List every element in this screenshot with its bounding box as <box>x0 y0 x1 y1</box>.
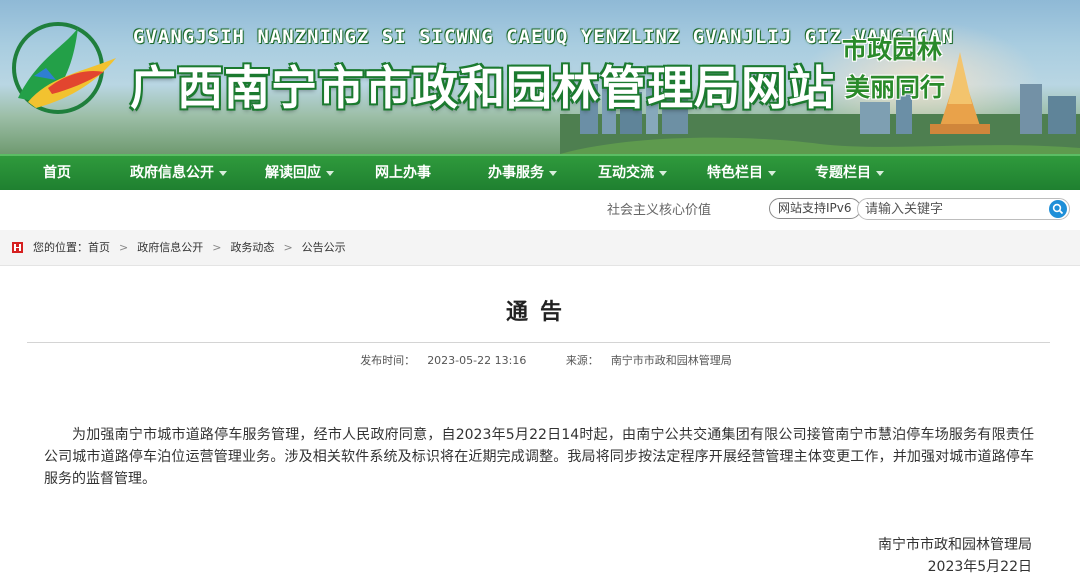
article-signature: 南宁市市政和园林管理局 <box>878 537 1032 553</box>
nav-item-interpretation[interactable]: 解读回应 <box>265 156 334 190</box>
site-logo <box>12 22 116 114</box>
nav-item-featured[interactable]: 特色栏目 <box>707 156 776 190</box>
breadcrumb: 您的位置：首页 > 政府信息公开 > 政务动态 > 公告公示 <box>12 230 346 266</box>
nav-item-topics[interactable]: 专题栏目 <box>815 156 884 190</box>
search-input[interactable] <box>865 201 1045 217</box>
chevron-right-icon: > <box>119 241 129 254</box>
slogan-line-1: 市政园林 <box>842 35 943 64</box>
utility-bar: 社会主义核心价值 网站支持IPv6 <box>0 190 1080 230</box>
source-label: 来源： <box>565 354 599 367</box>
breadcrumb-home[interactable]: 首页 <box>88 241 110 254</box>
nav-item-label: 首页 <box>43 165 71 181</box>
article-body: 为加强南宁市城市道路停车服务管理，经市人民政府同意，自2023年5月22日14时… <box>44 427 1034 487</box>
nav-item-label: 特色栏目 <box>707 165 763 181</box>
breadcrumb-prefix: 您的位置： <box>33 241 88 254</box>
caret-down-icon <box>768 170 776 176</box>
nav-item-services[interactable]: 办事服务 <box>488 156 557 190</box>
search-box <box>857 198 1070 220</box>
title-divider <box>27 342 1050 343</box>
nav-item-label: 互动交流 <box>598 165 654 181</box>
core-values-marquee: 社会主义核心价值 <box>607 203 712 218</box>
nav-item-interaction[interactable]: 互动交流 <box>598 156 667 190</box>
nav-item-online-service[interactable]: 网上办事 <box>375 156 431 190</box>
caret-down-icon <box>876 170 884 176</box>
breadcrumb-gov-news[interactable]: 政务动态 <box>230 241 274 254</box>
main-nav: 首页 政府信息公开 解读回应 网上办事 办事服务 互动交流 特色栏目 专题栏目 <box>0 154 1080 190</box>
slogan-line-2: 美丽同行 <box>845 73 946 102</box>
nav-item-gov-info[interactable]: 政府信息公开 <box>130 156 227 190</box>
nav-item-home[interactable]: 首页 <box>43 156 71 190</box>
publish-time-label: 发布时间： <box>360 354 416 367</box>
search-button[interactable] <box>1049 200 1067 218</box>
site-title: 广西南宁市市政和园林管理局网站 <box>130 61 835 115</box>
article-meta: 发布时间： 2023-05-22 13:16 来源： 南宁市市政和园林管理局 <box>0 352 1080 368</box>
chevron-right-icon: > <box>283 241 293 254</box>
nav-item-label: 政府信息公开 <box>130 165 214 181</box>
caret-down-icon <box>549 170 557 176</box>
article-source: 来源： 南宁市市政和园林管理局 <box>554 354 732 367</box>
source-value: 南宁市市政和园林管理局 <box>610 354 732 367</box>
search-icon <box>1052 203 1064 215</box>
nav-item-label: 解读回应 <box>265 165 321 181</box>
publish-time: 发布时间： 2023-05-22 13:16 <box>348 354 526 367</box>
breadcrumb-bar: 您的位置：首页 > 政府信息公开 > 政务动态 > 公告公示 <box>0 230 1080 266</box>
article: 通告 发布时间： 2023-05-22 13:16 来源： 南宁市市政和园林管理局 … <box>0 266 1080 588</box>
site-banner: GVANGJSIH NANZNINGZ SI SICWNG CAEUQ YENZ… <box>0 0 1080 154</box>
nav-item-label: 办事服务 <box>488 165 544 181</box>
nav-item-label: 专题栏目 <box>815 165 871 181</box>
caret-down-icon <box>326 170 334 176</box>
chevron-right-icon: > <box>212 241 222 254</box>
breadcrumb-announcements[interactable]: 公告公示 <box>302 241 346 254</box>
article-title: 通告 <box>505 300 574 325</box>
nav-item-label: 网上办事 <box>375 165 431 181</box>
caret-down-icon <box>659 170 667 176</box>
breadcrumb-gov-info[interactable]: 政府信息公开 <box>137 241 203 254</box>
article-date: 2023年5月22日 <box>927 559 1032 575</box>
publish-time-value: 2023-05-22 13:16 <box>427 354 527 367</box>
ipv6-badge[interactable]: 网站支持IPv6 <box>769 198 861 219</box>
site-pinyin-title: GVANGJSIH NANZNINGZ SI SICWNG CAEUQ YENZ… <box>133 26 954 48</box>
location-icon <box>12 241 23 253</box>
caret-down-icon <box>219 170 227 176</box>
